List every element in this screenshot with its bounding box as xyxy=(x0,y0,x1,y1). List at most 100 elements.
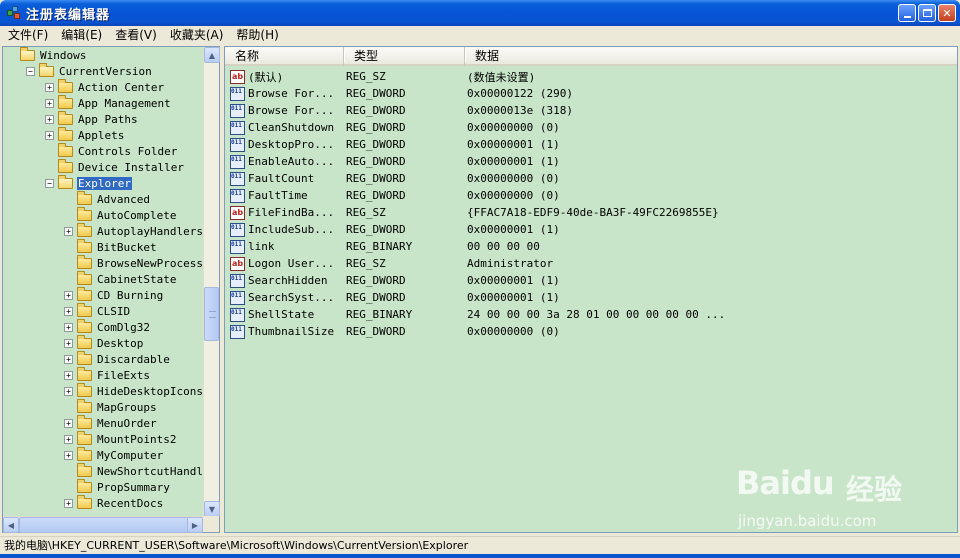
title-bar[interactable]: 注册表编辑器 ✕ xyxy=(0,0,960,26)
expand-plus-icon[interactable]: + xyxy=(64,370,73,380)
tree-item[interactable]: Windows xyxy=(7,47,87,63)
scroll-right-button[interactable]: ▶ xyxy=(187,517,203,533)
value-row[interactable]: 011 110IncludeSub...REG_DWORD0x00000001 … xyxy=(230,221,947,238)
maximize-button[interactable] xyxy=(918,4,936,22)
expand-plus-icon[interactable]: + xyxy=(64,338,73,348)
binary-value-icon: 011 110 xyxy=(230,103,245,118)
tree-item[interactable]: + ComDlg32 xyxy=(64,318,151,335)
tree-item[interactable]: BrowseNewProcess xyxy=(64,254,203,271)
column-name-header[interactable]: 名称 xyxy=(225,47,345,66)
tree-item[interactable]: + Discardable xyxy=(64,350,171,367)
tree-item[interactable]: CabinetState xyxy=(64,270,177,287)
value-row[interactable]: 011 110ShellStateREG_BINARY24 00 00 00 3… xyxy=(230,306,947,323)
value-row[interactable]: ab FileFindBa... REG_SZ {FFAC7A18-EDF9-40de… xyxy=(230,204,947,221)
tree-item[interactable]: MapGroups xyxy=(64,398,158,415)
value-row[interactable]: 011 110Browse For...REG_DWORD0x00000122 … xyxy=(230,85,947,102)
folder-icon xyxy=(58,110,73,125)
expand-plus-icon[interactable]: + xyxy=(45,114,54,124)
close-button[interactable]: ✕ xyxy=(938,4,956,22)
expand-plus-icon[interactable]: + xyxy=(64,354,73,364)
tree-item[interactable]: + CD Burning xyxy=(64,286,164,303)
values-list-pane[interactable]: 名称 类型 数据 ab(默认)REG_SZ(数值未设置)011 110Brows… xyxy=(224,46,958,533)
scroll-up-button[interactable]: ▲ xyxy=(204,47,220,63)
tree-item[interactable]: + FileExts xyxy=(64,366,151,383)
expand-plus-icon[interactable]: + xyxy=(45,82,54,92)
tree-item[interactable]: + RecentDocs xyxy=(64,494,164,511)
value-row[interactable]: 011 110CleanShutdownREG_DWORD0x00000000 … xyxy=(230,119,947,136)
regedit-app-icon[interactable] xyxy=(6,5,22,21)
value-type: REG_SZ xyxy=(346,70,386,83)
value-row[interactable]: ab Logon User... REG_SZ Administrator xyxy=(230,255,947,272)
value-name: FaultTime xyxy=(248,189,308,202)
value-name-cell: 011 110FaultTime xyxy=(230,188,346,203)
tree-item[interactable]: + MountPoints2 xyxy=(64,430,177,447)
collapse-minus-icon[interactable]: − xyxy=(45,178,54,188)
expand-plus-icon[interactable]: + xyxy=(64,290,73,300)
tree-item[interactable]: − CurrentVersion xyxy=(26,62,153,79)
collapse-minus-icon[interactable]: − xyxy=(26,66,35,76)
value-row[interactable]: 011 110DesktopPro...REG_DWORD0x00000001 … xyxy=(230,136,947,153)
tree-item[interactable]: AutoComplete xyxy=(64,206,177,223)
value-row[interactable]: ab (默认) REG_SZ (数值未设置) xyxy=(230,68,947,85)
expand-plus-icon[interactable]: + xyxy=(64,322,73,332)
value-row[interactable]: 011 110Browse For...REG_DWORD0x0000013e … xyxy=(230,102,947,119)
value-row[interactable]: 011 110SearchSyst...REG_DWORD0x00000001 … xyxy=(230,289,947,306)
value-type: REG_DWORD xyxy=(346,223,406,236)
column-type-header[interactable]: 类型 xyxy=(344,47,466,66)
value-name-cell: 011 110ShellState xyxy=(230,307,346,322)
key-tree-pane[interactable]: Windows − CurrentVersion + Action Center + App… xyxy=(2,46,220,533)
tree-item[interactable]: + App Paths xyxy=(45,110,139,127)
folder-open-icon xyxy=(20,47,35,61)
expand-plus-icon[interactable]: + xyxy=(64,306,73,316)
expand-plus-icon[interactable]: + xyxy=(64,226,73,236)
column-data-header[interactable]: 数据 xyxy=(465,47,957,66)
tree-horizontal-scrollbar[interactable]: ◀ ▶ xyxy=(3,516,203,533)
tree-item-label: AutoComplete xyxy=(97,208,177,222)
expand-plus-icon[interactable]: + xyxy=(64,450,73,460)
folder-icon xyxy=(77,318,92,333)
folder-icon xyxy=(77,254,92,269)
tree-item[interactable]: Device Installer xyxy=(45,158,185,175)
menu-edit[interactable]: 编辑(E) xyxy=(55,26,109,44)
tree-vertical-scrollbar[interactable]: ▲ ▼ xyxy=(203,47,220,517)
value-row[interactable]: 011 110SearchHiddenREG_DWORD0x00000001 (… xyxy=(230,272,947,289)
value-row[interactable]: 011 110linkREG_BINARY00 00 00 00 xyxy=(230,238,947,255)
tree-item[interactable]: Advanced xyxy=(64,190,151,207)
menu-help[interactable]: 帮助(H) xyxy=(230,26,285,44)
tree-item[interactable]: + Desktop xyxy=(64,334,144,351)
tree-item[interactable]: NewShortcutHandlers xyxy=(64,462,203,479)
expand-plus-icon[interactable]: + xyxy=(64,434,73,444)
tree-item[interactable]: − Explorer xyxy=(45,174,132,191)
value-row[interactable]: 011 110EnableAuto...REG_DWORD0x00000001 … xyxy=(230,153,947,170)
expand-plus-icon[interactable]: + xyxy=(64,418,73,428)
tree-item[interactable]: BitBucket xyxy=(64,238,158,255)
tree-item[interactable]: PropSummary xyxy=(64,478,171,495)
tree-item[interactable]: Controls Folder xyxy=(45,142,178,159)
folder-icon xyxy=(77,286,92,301)
scroll-left-button[interactable]: ◀ xyxy=(3,517,19,533)
tree-item[interactable]: + MenuOrder xyxy=(64,414,158,431)
tree-item[interactable]: + HideDesktopIcons xyxy=(64,382,203,399)
tree-item-label: Windows xyxy=(40,48,87,62)
expand-plus-icon[interactable]: + xyxy=(45,130,54,140)
value-row[interactable]: 011 110ThumbnailSizeREG_DWORD0x00000000 … xyxy=(230,323,947,340)
tree-item[interactable]: + Applets xyxy=(45,126,125,143)
tree-item[interactable]: + Action Center xyxy=(45,78,165,95)
tree-vertical-scroll-thumb[interactable] xyxy=(204,287,219,341)
tree-item[interactable]: + MyComputer xyxy=(64,446,164,463)
tree-item[interactable]: + App Management xyxy=(45,94,172,111)
scroll-down-button[interactable]: ▼ xyxy=(204,501,220,517)
value-row[interactable]: 011 110FaultCountREG_DWORD0x00000000 (0) xyxy=(230,170,947,187)
tree-item[interactable]: + CLSID xyxy=(64,302,131,319)
tree-horizontal-scroll-thumb[interactable] xyxy=(19,517,189,533)
expand-plus-icon[interactable]: + xyxy=(45,98,54,108)
menu-favorites[interactable]: 收藏夹(A) xyxy=(164,26,231,44)
menu-file[interactable]: 文件(F) xyxy=(2,26,55,44)
minimize-button[interactable] xyxy=(898,4,916,22)
expand-plus-icon[interactable]: + xyxy=(64,498,73,508)
value-row[interactable]: 011 110FaultTimeREG_DWORD0x00000000 (0) xyxy=(230,187,947,204)
tree-item[interactable]: + AutoplayHandlers xyxy=(64,222,203,239)
folder-icon xyxy=(77,414,92,429)
menu-view[interactable]: 查看(V) xyxy=(109,26,164,44)
expand-plus-icon[interactable]: + xyxy=(64,386,73,396)
